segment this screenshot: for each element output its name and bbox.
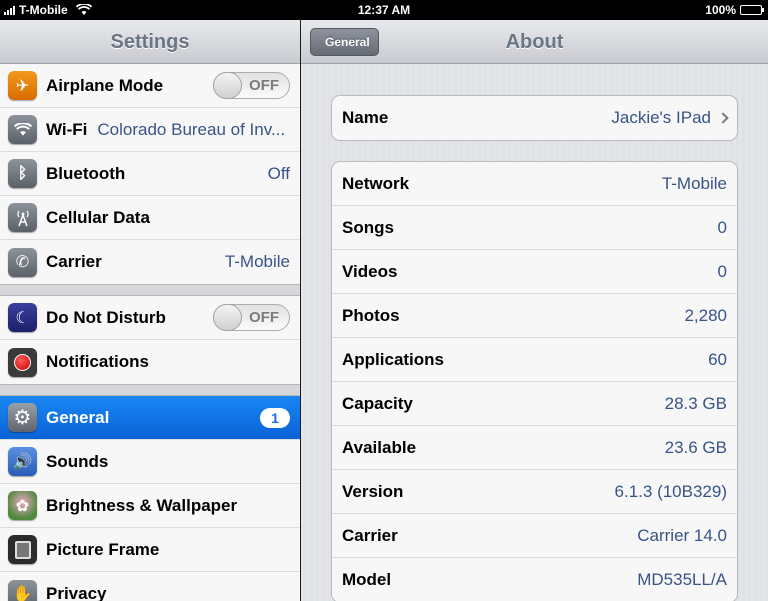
flower-icon: ✿ [8, 491, 37, 520]
name-value: Jackie's IPad [611, 108, 711, 127]
row-label: Carrier [342, 525, 398, 545]
sidebar-item-label: Privacy [46, 584, 107, 601]
sidebar-item-label: Cellular Data [46, 207, 150, 227]
row-label: Capacity [342, 393, 413, 413]
settings-group-device: ⚙ General 1 🔊 Sounds ✿ Brightness & Wall… [0, 395, 300, 601]
sidebar-item-airplane-mode[interactable]: ✈ Airplane Mode OFF [0, 64, 300, 108]
sidebar-item-label: Sounds [46, 451, 109, 471]
about-row-songs: Songs 0 [332, 206, 737, 250]
airplane-mode-toggle[interactable]: OFF [213, 72, 290, 99]
bluetooth-value: Off [267, 163, 290, 183]
about-row-network: Network T-Mobile [332, 162, 737, 206]
name-label: Name [342, 108, 389, 127]
about-row-applications: Applications 60 [332, 338, 737, 382]
toggle-state: OFF [249, 309, 279, 326]
sidebar-item-label: Do Not Disturb [46, 307, 166, 327]
sidebar-item-label: General [46, 407, 110, 427]
row-value: 6.1.3 (10B329) [614, 481, 727, 501]
chevron-right-icon [717, 112, 729, 124]
row-label: Network [342, 173, 410, 193]
toggle-knob [213, 304, 242, 331]
sidebar-item-picture-frame[interactable]: Picture Frame [0, 528, 300, 572]
settings-group-connectivity: ✈ Airplane Mode OFF Wi-Fi Colorado Burea… [0, 64, 300, 285]
sidebar-item-sounds[interactable]: 🔊 Sounds [0, 440, 300, 484]
about-info-card: Network T-Mobile Songs 0 Videos 0 Photos 2,2… [331, 161, 738, 601]
row-label: Applications [342, 349, 445, 369]
toggle-state: OFF [249, 77, 279, 94]
status-bar: T-Mobile 12:37 AM 100% [0, 0, 768, 20]
sidebar-item-label: Carrier [46, 252, 102, 271]
name-row[interactable]: Name Jackie's IPad [332, 96, 737, 140]
cellular-antenna-icon [8, 203, 37, 232]
row-value: 0 [717, 217, 727, 237]
settings-title: Settings [0, 20, 300, 64]
battery-icon [740, 5, 764, 15]
speaker-icon: 🔊 [8, 447, 37, 476]
wifi-icon [8, 115, 37, 144]
sidebar-item-carrier[interactable]: ✆ Carrier T-Mobile [0, 240, 300, 284]
about-row-model: Model MD535LL/A [332, 558, 737, 601]
sidebar-item-label: Bluetooth [46, 163, 126, 183]
sidebar-item-notifications[interactable]: Notifications [0, 340, 300, 384]
sidebar-item-general[interactable]: ⚙ General 1 [0, 396, 300, 440]
sidebar-item-label: Airplane Mode [46, 75, 164, 95]
back-button-label: General [325, 35, 370, 49]
do-not-disturb-toggle[interactable]: OFF [213, 304, 290, 331]
moon-icon: ☾ [8, 303, 37, 332]
bluetooth-icon: ᛒ [8, 159, 37, 188]
sidebar-item-bluetooth[interactable]: ᛒ Bluetooth Off [0, 152, 300, 196]
row-value: 28.3 GB [664, 393, 727, 413]
settings-group-notifications: ☾ Do Not Disturb OFF Notifications [0, 295, 300, 385]
hand-icon: ✋ [8, 579, 37, 601]
row-label: Available [342, 437, 417, 457]
update-badge: 1 [260, 407, 290, 428]
row-value: 0 [717, 261, 727, 281]
gear-icon: ⚙ [8, 403, 37, 432]
sidebar-item-privacy[interactable]: ✋ Privacy [0, 572, 300, 601]
sidebar-item-label: Picture Frame [46, 539, 160, 559]
settings-master-pane: Settings ✈ Airplane Mode OFF Wi-Fi Color… [0, 20, 300, 601]
sidebar-item-wifi[interactable]: Wi-Fi Colorado Bureau of Inv... [0, 108, 300, 152]
sidebar-item-label: Wi-Fi [46, 119, 88, 139]
about-row-available: Available 23.6 GB [332, 426, 737, 470]
back-button-general[interactable]: General [310, 28, 379, 56]
row-label: Model [342, 570, 392, 589]
row-value: 23.6 GB [664, 437, 727, 457]
navigation-bar: General About [301, 20, 768, 64]
sidebar-item-cellular-data[interactable]: Cellular Data [0, 196, 300, 240]
row-label: Photos [342, 305, 400, 325]
sidebar-item-do-not-disturb[interactable]: ☾ Do Not Disturb OFF [0, 296, 300, 340]
row-value: 60 [708, 349, 727, 369]
about-row-carrier: Carrier Carrier 14.0 [332, 514, 737, 558]
wifi-network-value: Colorado Bureau of Inv... [97, 119, 286, 139]
toggle-knob [213, 72, 242, 99]
row-label: Version [342, 481, 404, 501]
row-value: MD535LL/A [637, 570, 727, 589]
carrier-value: T-Mobile [224, 252, 290, 271]
about-row-videos: Videos 0 [332, 250, 737, 294]
row-value: 2,280 [684, 305, 727, 325]
battery-percent: 100% [705, 3, 736, 17]
notifications-icon [8, 347, 37, 377]
airplane-icon: ✈ [8, 71, 37, 100]
picture-frame-icon [8, 535, 37, 564]
page-title: About [505, 31, 564, 53]
row-value: Carrier 14.0 [637, 525, 727, 545]
row-value: T-Mobile [661, 173, 727, 193]
about-row-photos: Photos 2,280 [332, 294, 737, 338]
sidebar-item-label: Brightness & Wallpaper [46, 495, 238, 515]
phone-icon: ✆ [8, 247, 37, 277]
about-detail-pane: General About Name Jackie's IPad Network… [301, 20, 768, 601]
sidebar-item-label: Notifications [46, 352, 149, 371]
row-label: Videos [342, 261, 398, 281]
row-label: Songs [342, 217, 394, 237]
about-row-capacity: Capacity 28.3 GB [332, 382, 737, 426]
about-row-version: Version 6.1.3 (10B329) [332, 470, 737, 514]
name-card: Name Jackie's IPad [331, 95, 738, 141]
sidebar-item-brightness-wallpaper[interactable]: ✿ Brightness & Wallpaper [0, 484, 300, 528]
clock: 12:37 AM [357, 3, 411, 17]
